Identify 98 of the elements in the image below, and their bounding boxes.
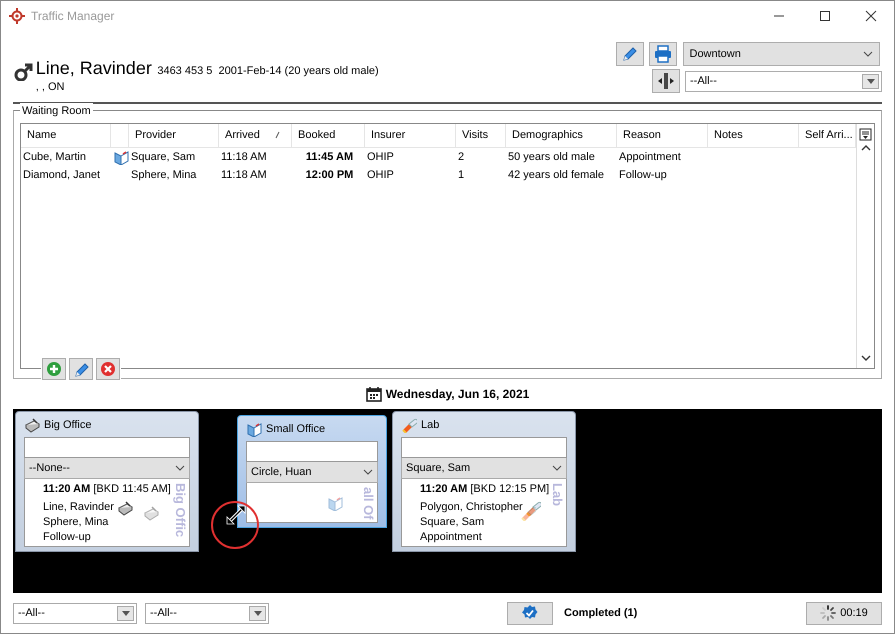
room-watermark: Big Offic <box>173 483 187 538</box>
dropdown-arrow-icon <box>120 610 130 617</box>
caret-icon <box>862 50 872 58</box>
table-cell-text: 11:45 AM <box>306 150 354 165</box>
room-title: Small Office <box>266 422 326 437</box>
provider-name: Sphere, Mina <box>43 515 108 530</box>
pencil-icon <box>620 44 638 63</box>
dropdown-arrow-icon <box>866 78 876 85</box>
table-cell-text: 42 years old female <box>508 168 604 183</box>
tray-icon <box>143 505 159 522</box>
edit-button[interactable] <box>68 358 93 380</box>
caret-icon <box>552 464 562 472</box>
calendar-icon <box>366 386 382 402</box>
table-cell-text: 1 <box>458 168 464 183</box>
spinner-icon <box>820 605 836 622</box>
male-symbol-icon <box>13 60 33 81</box>
appointment-time: 11:20 AM [BKD 11:45 AM] <box>43 482 171 498</box>
resize-cursor-icon <box>226 505 246 526</box>
split-button[interactable] <box>652 69 680 94</box>
column-header[interactable]: Provider <box>129 124 219 148</box>
patient-name: Line, Ravinder <box>36 58 152 78</box>
room-card[interactable]: Big Office --None-- 11:20 AM [BKD 11:45 AM] Line, Ravinder Sphere, Mina Follow-up Big Offic <box>15 411 199 552</box>
maximize-icon[interactable] <box>819 10 831 22</box>
table-cell-text: 12:00 PM <box>306 168 354 183</box>
text-field[interactable] <box>24 437 190 458</box>
table-cell-text: 50 years old male <box>508 150 595 165</box>
column-header[interactable]: Demographics <box>506 124 617 148</box>
room-watermark: Lab <box>550 483 564 506</box>
table-cell-text: Appointment <box>619 150 681 165</box>
table-cell-text: Diamond, Janet <box>23 168 100 183</box>
text-field[interactable] <box>401 437 567 458</box>
pill-icon <box>401 416 417 433</box>
column-header[interactable]: Visits <box>456 124 506 148</box>
column-header[interactable]: Insurer <box>365 124 456 148</box>
window-title: Traffic Manager <box>31 8 114 26</box>
column-header[interactable]: Booked <box>292 124 365 148</box>
table-cell-text: 11:18 AM <box>221 150 267 165</box>
scroll-up-icon[interactable] <box>860 144 870 152</box>
dropdown-arrow-icon <box>252 610 262 617</box>
table-cell-text: 11:18 AM <box>221 168 267 183</box>
room-title: Lab <box>421 418 440 433</box>
split-arrows-icon <box>656 72 674 90</box>
filter-dropdown[interactable]: --All-- <box>685 70 882 92</box>
close-icon[interactable] <box>865 10 877 22</box>
caret-icon <box>363 468 373 476</box>
pill-icon <box>525 500 542 516</box>
table-row[interactable]: Diamond, Janet Sphere, Mina 11:18 AM 12:00 PM OHIP 1 42 years old female Follow-up <box>21 166 856 184</box>
book-icon <box>327 495 343 512</box>
filter-dropdown[interactable]: --All-- <box>145 602 269 624</box>
app-logo-icon <box>9 8 25 24</box>
completed-label: Completed (1) <box>564 606 638 621</box>
patient-details: 3463 453 5 2001-Feb-14 (20 years old male) <box>157 64 379 79</box>
edit-button[interactable] <box>616 42 644 66</box>
location-dropdown[interactable]: Downtown <box>682 42 880 66</box>
room-card[interactable]: Small Office Circle, Huan all Of <box>237 415 387 528</box>
add-icon <box>46 360 62 377</box>
table-cell-text: OHIP <box>367 168 394 183</box>
text-field[interactable] <box>246 441 378 462</box>
printer-icon <box>654 44 672 63</box>
tray-icon <box>116 500 133 516</box>
table-cell-text: Follow-up <box>619 168 667 183</box>
provider-dropdown[interactable]: Circle, Huan <box>246 462 378 484</box>
appointment-time: 11:20 AM [BKD 12:15 PM] <box>420 482 550 498</box>
caret-icon <box>175 464 185 472</box>
patient-name: Polygon, Christopher <box>420 500 523 516</box>
table-cell-text: 2 <box>458 150 464 165</box>
column-header[interactable]: Arrived <box>219 124 292 148</box>
book-icon <box>246 420 262 437</box>
table-cell-text: Square, Sam <box>131 150 196 165</box>
pencil-icon <box>72 360 89 377</box>
room-watermark: all Of <box>361 487 375 520</box>
delete-icon <box>100 360 116 377</box>
patient-address: , , ON <box>36 80 66 96</box>
room-title: Big Office <box>44 418 92 433</box>
column-header[interactable]: Reason <box>617 124 708 148</box>
date-label: Wednesday, Jun 16, 2021 <box>386 386 530 404</box>
patient-name: Line, Ravinder <box>43 500 114 516</box>
table-cell-text: Sphere, Mina <box>131 168 196 183</box>
column-header[interactable]: Self Arri... <box>799 124 856 148</box>
provider-dropdown[interactable]: --None-- <box>24 458 190 480</box>
completed-button[interactable] <box>507 602 553 625</box>
column-header[interactable]: Name <box>21 124 111 148</box>
scroll-down-icon[interactable] <box>860 354 870 362</box>
provider-name: Square, Sam <box>420 515 484 530</box>
tray-icon <box>24 416 40 433</box>
column-header[interactable]: Notes <box>708 124 799 148</box>
table-cell-text: Cube, Martin <box>23 150 86 165</box>
visit-reason: Follow-up <box>43 530 91 546</box>
visit-reason: Appointment <box>420 530 482 546</box>
filter-dropdown[interactable]: --All-- <box>13 602 137 624</box>
column-chooser-icon[interactable] <box>859 128 872 141</box>
delete-button[interactable] <box>96 358 120 380</box>
provider-dropdown[interactable]: Square, Sam <box>401 458 567 480</box>
section-title: Waiting Room <box>20 102 93 120</box>
add-button[interactable] <box>42 358 66 380</box>
table-cell-text: OHIP <box>367 150 394 165</box>
print-button[interactable] <box>649 42 677 66</box>
timer-button[interactable]: 00:19 <box>806 602 882 625</box>
